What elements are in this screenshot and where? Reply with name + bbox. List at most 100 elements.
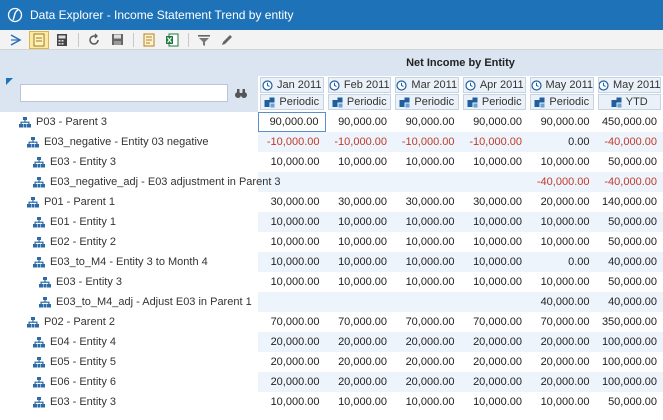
data-cell[interactable]: 10,000.00: [393, 232, 461, 252]
data-cell[interactable]: 10,000.00: [326, 212, 394, 232]
data-cell[interactable]: 20,000.00: [461, 352, 529, 372]
data-cell[interactable]: 30,000.00: [326, 192, 394, 212]
data-cell[interactable]: 90,000.00: [393, 112, 461, 132]
data-cell[interactable]: 0.00: [528, 132, 596, 152]
column-header-view[interactable]: Periodic: [530, 94, 594, 110]
data-cell[interactable]: 40,000.00: [596, 252, 663, 272]
row-header-entity[interactable]: E03_negative_adj - E03 adjustment in Par…: [33, 172, 281, 192]
data-cell[interactable]: 30,000.00: [393, 192, 461, 212]
row-search-input[interactable]: [20, 84, 228, 102]
data-cell[interactable]: 20,000.00: [461, 332, 529, 352]
data-cell[interactable]: 10,000.00: [461, 232, 529, 252]
data-cell[interactable]: [326, 292, 394, 312]
data-cell[interactable]: 10,000.00: [258, 392, 326, 412]
data-cell[interactable]: 10,000.00: [326, 152, 394, 172]
data-cell[interactable]: 10,000.00: [393, 212, 461, 232]
data-cell[interactable]: -40,000.00: [596, 132, 663, 152]
data-cell[interactable]: -40,000.00: [528, 172, 596, 192]
data-cell[interactable]: 90,000.00: [528, 112, 596, 132]
data-cell[interactable]: -40,000.00: [596, 172, 663, 192]
data-cell[interactable]: 10,000.00: [258, 152, 326, 172]
data-cell[interactable]: 10,000.00: [461, 392, 529, 412]
data-cell[interactable]: 0.00: [528, 252, 596, 272]
data-cell[interactable]: 10,000.00: [326, 272, 394, 292]
data-cell[interactable]: 10,000.00: [528, 212, 596, 232]
data-cell[interactable]: 20,000.00: [393, 372, 461, 392]
column-header-time[interactable]: Mar 2011: [395, 77, 459, 93]
data-cell[interactable]: 40,000.00: [596, 292, 663, 312]
data-cell[interactable]: 90,000.00: [258, 112, 326, 132]
data-cell[interactable]: 20,000.00: [393, 332, 461, 352]
row-header-entity[interactable]: E03 - Entity 3: [39, 272, 122, 292]
excel-icon[interactable]: [162, 31, 182, 49]
data-cell[interactable]: 10,000.00: [528, 392, 596, 412]
data-cell[interactable]: 10,000.00: [461, 212, 529, 232]
save-icon[interactable]: [107, 31, 127, 49]
data-cell[interactable]: 10,000.00: [258, 252, 326, 272]
data-cell[interactable]: [461, 292, 529, 312]
report-icon[interactable]: [139, 31, 159, 49]
data-cell[interactable]: 50,000.00: [596, 392, 663, 412]
data-cell[interactable]: 70,000.00: [326, 312, 394, 332]
data-cell[interactable]: 90,000.00: [326, 112, 394, 132]
row-header-entity[interactable]: E03_to_M4 - Entity 3 to Month 4: [33, 252, 208, 272]
row-header-entity[interactable]: E04 - Entity 4: [33, 332, 116, 352]
column-header-time[interactable]: May 2011: [597, 77, 661, 93]
column-header-view[interactable]: Periodic: [260, 94, 324, 110]
row-header-entity[interactable]: E03_negative - Entity 03 negative: [27, 132, 209, 152]
edit-icon[interactable]: [217, 31, 237, 49]
column-header-time[interactable]: May 2011: [530, 77, 594, 93]
data-cell[interactable]: 70,000.00: [258, 312, 326, 332]
data-cell[interactable]: 90,000.00: [461, 112, 529, 132]
active-doc-icon[interactable]: [29, 30, 49, 49]
data-cell[interactable]: 70,000.00: [528, 312, 596, 332]
data-cell[interactable]: 70,000.00: [461, 312, 529, 332]
data-cell[interactable]: 50,000.00: [596, 212, 663, 232]
data-cell[interactable]: 20,000.00: [326, 332, 394, 352]
data-cell[interactable]: 50,000.00: [596, 272, 663, 292]
data-cell[interactable]: 20,000.00: [528, 192, 596, 212]
data-cell[interactable]: 10,000.00: [528, 232, 596, 252]
collapse-icon[interactable]: [6, 31, 26, 49]
row-header-entity[interactable]: E03 - Entity 3: [33, 152, 116, 172]
data-cell[interactable]: 100,000.00: [596, 372, 663, 392]
data-cell[interactable]: 40,000.00: [528, 292, 596, 312]
data-cell[interactable]: 20,000.00: [258, 372, 326, 392]
row-header-entity[interactable]: E06 - Entity 6: [33, 372, 116, 392]
data-cell[interactable]: 10,000.00: [326, 252, 394, 272]
data-cell[interactable]: 10,000.00: [258, 212, 326, 232]
data-cell[interactable]: 450,000.00: [596, 112, 663, 132]
data-cell[interactable]: 10,000.00: [393, 252, 461, 272]
data-cell[interactable]: 50,000.00: [596, 232, 663, 252]
column-header-view[interactable]: Periodic: [462, 94, 526, 110]
data-cell[interactable]: 10,000.00: [461, 252, 529, 272]
data-cell[interactable]: 20,000.00: [528, 332, 596, 352]
data-cell[interactable]: 20,000.00: [258, 332, 326, 352]
data-cell[interactable]: 10,000.00: [258, 272, 326, 292]
data-cell[interactable]: 10,000.00: [528, 152, 596, 172]
data-cell[interactable]: [326, 172, 394, 192]
binoculars-icon[interactable]: [234, 86, 248, 100]
data-cell[interactable]: [393, 172, 461, 192]
column-header-view[interactable]: Periodic: [395, 94, 459, 110]
row-header-entity[interactable]: E01 - Entity 1: [33, 212, 116, 232]
row-header-entity[interactable]: E03_to_M4_adj - Adjust E03 in Parent 1: [39, 292, 252, 312]
data-cell[interactable]: 10,000.00: [326, 232, 394, 252]
row-header-entity[interactable]: E02 - Entity 2: [33, 232, 116, 252]
data-cell[interactable]: 140,000.00: [596, 192, 663, 212]
filter-icon[interactable]: [194, 31, 214, 49]
data-cell[interactable]: [258, 172, 326, 192]
data-cell[interactable]: 10,000.00: [393, 272, 461, 292]
data-cell[interactable]: 50,000.00: [596, 152, 663, 172]
row-header-entity[interactable]: E03 - Entity 3: [33, 392, 116, 412]
data-cell[interactable]: 100,000.00: [596, 352, 663, 372]
data-cell[interactable]: 20,000.00: [528, 372, 596, 392]
data-cell[interactable]: 20,000.00: [528, 352, 596, 372]
column-header-view[interactable]: YTD: [597, 94, 661, 110]
row-header-entity[interactable]: P03 - Parent 3: [19, 112, 107, 132]
data-cell[interactable]: 350,000.00: [596, 312, 663, 332]
data-cell[interactable]: 10,000.00: [326, 392, 394, 412]
data-cell[interactable]: [393, 292, 461, 312]
data-cell[interactable]: 10,000.00: [393, 152, 461, 172]
column-header-time[interactable]: Jan 2011: [260, 77, 324, 93]
